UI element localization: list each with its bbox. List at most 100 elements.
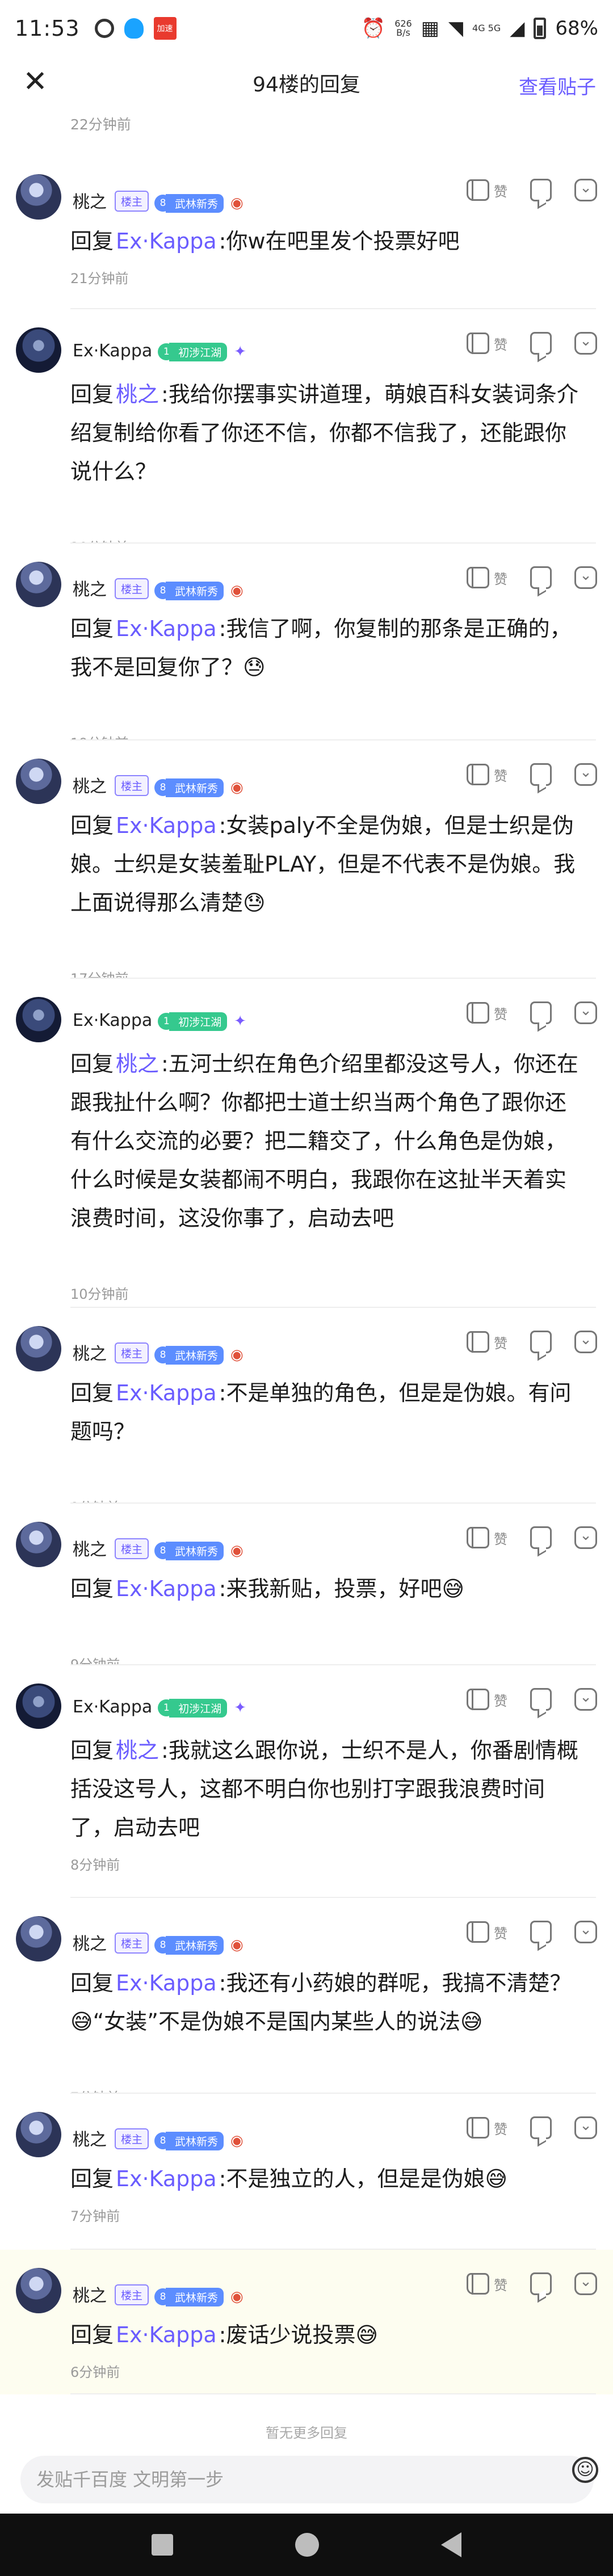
reply-target-user[interactable]: Ex·Kappa [116, 1576, 217, 1601]
username-line: Ex·Kappa 1 初涉江湖 ✦ [73, 1697, 246, 1718]
home-button[interactable] [295, 2533, 319, 2557]
more-icon[interactable]: ⌄ [574, 1331, 597, 1353]
username[interactable]: 桃之 [73, 192, 107, 212]
reply-item[interactable]: Ex·Kappa 1 初涉江湖 ✦ 赞 ⌄ 回复 桃之:我就这么跟你说，士织不是人，你番剧情概… [0, 1665, 613, 1898]
username-line: 桃之 楼主 8 武林新秀 ◉ [73, 2282, 243, 2306]
username-line: Ex·Kappa 1 初涉江湖 ✦ [73, 341, 246, 361]
level-name: 武林新秀 [166, 1541, 224, 1560]
reply-target-user[interactable]: 桃之 [116, 1738, 159, 1763]
username[interactable]: Ex·Kappa [73, 1697, 152, 1717]
username[interactable]: 桃之 [73, 1540, 107, 1560]
comment-icon[interactable] [530, 2116, 552, 2139]
reply-item[interactable]: 桃之 楼主 8 武林新秀 ◉ 赞 ⌄ 回复 Ex·Kappa:废话少说投票😅 6分钟前 [0, 2250, 613, 2394]
reply-target-user[interactable]: 桃之 [116, 1051, 159, 1076]
more-icon[interactable]: ⌄ [574, 763, 597, 786]
reply-item[interactable]: 桃之 楼主 8 武林新秀 ◉ 赞 ⌄ 回复 Ex·Kappa:你w在吧里发个投票好吧 21分钟前 [0, 156, 613, 309]
comment-icon[interactable] [530, 2272, 552, 2295]
view-post-link[interactable]: 查看贴子 [519, 71, 596, 99]
reply-content: 回复 Ex·Kappa:废话少说投票😅 [70, 2322, 379, 2347]
avatar[interactable] [16, 2268, 61, 2313]
like-button[interactable]: 赞 [467, 179, 507, 201]
reply-target-user[interactable]: Ex·Kappa [116, 229, 217, 254]
comment-icon[interactable] [530, 1331, 552, 1353]
more-icon[interactable]: ⌄ [574, 2272, 597, 2295]
username[interactable]: 桃之 [73, 777, 107, 797]
reply-actions: 赞 ⌄ [467, 1921, 597, 1943]
reply-target-user[interactable]: Ex·Kappa [116, 813, 217, 838]
comment-icon[interactable] [530, 566, 552, 589]
like-button[interactable]: 赞 [467, 1689, 507, 1710]
reply-target-user[interactable]: Ex·Kappa [116, 1380, 217, 1405]
username[interactable]: 桃之 [73, 1344, 107, 1364]
comment-icon[interactable] [530, 1921, 552, 1943]
comment-icon[interactable] [530, 763, 552, 786]
avatar[interactable] [16, 1326, 61, 1371]
username[interactable]: Ex·Kappa [73, 1011, 152, 1030]
level-name: 初涉江湖 [169, 1698, 228, 1718]
avatar[interactable] [16, 562, 61, 607]
comment-icon[interactable] [530, 179, 552, 201]
signal-tags: 4G 5G [472, 23, 501, 33]
reply-item[interactable]: 桃之 楼主 8 武林新秀 ◉ 赞 ⌄ 回复 Ex·Kappa:不是独立的人，但是是伪娘😅 7分钟前 [0, 2094, 613, 2250]
username[interactable]: 桃之 [73, 2286, 107, 2306]
like-button[interactable]: 赞 [467, 1331, 507, 1353]
more-icon[interactable]: ⌄ [574, 1921, 597, 1943]
like-button[interactable]: 赞 [467, 332, 507, 354]
back-button[interactable] [440, 2532, 461, 2557]
level-name: 武林新秀 [166, 581, 224, 600]
like-button[interactable]: 赞 [467, 1921, 507, 1943]
like-button[interactable]: 赞 [467, 764, 507, 785]
comment-icon[interactable] [530, 1688, 552, 1711]
username[interactable]: 桃之 [73, 580, 107, 600]
reply-actions: 赞 ⌄ [467, 2116, 597, 2139]
like-button[interactable]: 赞 [467, 2273, 507, 2295]
reply-time: 21分钟前 [70, 271, 129, 287]
like-button[interactable]: 赞 [467, 2117, 507, 2139]
recents-button[interactable] [152, 2534, 174, 2556]
reply-item[interactable]: 桃之 楼主 8 武林新秀 ◉ 赞 ⌄ 回复 Ex·Kappa:女装paly不全是伪娘，但是士织是… [0, 740, 613, 987]
more-icon[interactable]: ⌄ [574, 2116, 597, 2139]
username[interactable]: 桃之 [73, 1934, 107, 1954]
avatar[interactable] [16, 997, 61, 1042]
reply-content: 回复 Ex·Kappa:我还有小药娘的群呢，我搞不清楚？😅“女装”不是伪娘不是国内… [70, 1971, 572, 2034]
like-label: 赞 [494, 2277, 507, 2293]
avatar[interactable] [16, 759, 61, 804]
avatar[interactable] [16, 327, 61, 373]
avatar[interactable] [16, 1916, 61, 1962]
like-button[interactable]: 赞 [467, 1002, 507, 1024]
level-name: 武林新秀 [166, 1935, 224, 1955]
like-button[interactable]: 赞 [467, 567, 507, 588]
reply-item[interactable]: 桃之 楼主 8 武林新秀 ◉ 赞 ⌄ 回复 Ex·Kappa:来我新贴，投票，好吧😅 9分钟前 [0, 1504, 613, 1673]
more-icon[interactable]: ⌄ [574, 179, 597, 201]
like-button[interactable]: 赞 [467, 1527, 507, 1548]
reply-target-user[interactable]: Ex·Kappa [116, 1971, 217, 1996]
reply-input[interactable]: 发贴千百度 文明第一步 [20, 2456, 594, 2503]
reply-target-user[interactable]: 桃之 [116, 382, 159, 407]
avatar[interactable] [16, 1683, 61, 1729]
comment-icon[interactable] [530, 1001, 552, 1024]
more-icon[interactable]: ⌄ [574, 1688, 597, 1711]
avatar[interactable] [16, 1522, 61, 1567]
emoji-icon[interactable]: ☺ [572, 2457, 598, 2483]
avatar[interactable] [16, 174, 61, 220]
avatar[interactable] [16, 2112, 61, 2157]
reply-item[interactable]: Ex·Kappa 1 初涉江湖 ✦ 赞 ⌄ 回复 桃之:我给你摆事实讲道理，萌娘百科女装词条介… [0, 309, 613, 555]
comment-icon[interactable] [530, 332, 552, 355]
more-icon[interactable]: ⌄ [574, 566, 597, 589]
reply-actions: 赞 ⌄ [467, 179, 597, 201]
comment-icon[interactable] [530, 1526, 552, 1549]
username[interactable]: 桃之 [73, 2130, 107, 2150]
username[interactable]: Ex·Kappa [73, 341, 152, 361]
reply-target-user[interactable]: Ex·Kappa [116, 2322, 217, 2347]
reply-item[interactable]: 桃之 楼主 8 武林新秀 ◉ 赞 ⌄ 回复 Ex·Kappa:我信了啊，你复制的那条是正确的，我… [0, 544, 613, 751]
more-icon[interactable]: ⌄ [574, 332, 597, 355]
reply-target-user[interactable]: Ex·Kappa [116, 2166, 217, 2191]
reply-item[interactable]: 桃之 楼主 8 武林新秀 ◉ 赞 ⌄ 回复 Ex·Kappa:不是单独的角色，但是是伪娘。有问题… [0, 1308, 613, 1516]
reply-item[interactable]: 桃之 楼主 8 武林新秀 ◉ 赞 ⌄ 回复 Ex·Kappa:我还有小药娘的群呢，我搞不清楚？😅… [0, 1898, 613, 2106]
more-icon[interactable]: ⌄ [574, 1526, 597, 1549]
close-icon[interactable]: ✕ [19, 66, 51, 98]
more-icon[interactable]: ⌄ [574, 1001, 597, 1024]
reply-target-user[interactable]: Ex·Kappa [116, 616, 217, 641]
reply-time: 10分钟前 [70, 1286, 129, 1302]
reply-item[interactable]: Ex·Kappa 1 初涉江湖 ✦ 赞 ⌄ 回复 桃之:五河士织在角色介绍里都没这号人，你还在… [0, 979, 613, 1308]
